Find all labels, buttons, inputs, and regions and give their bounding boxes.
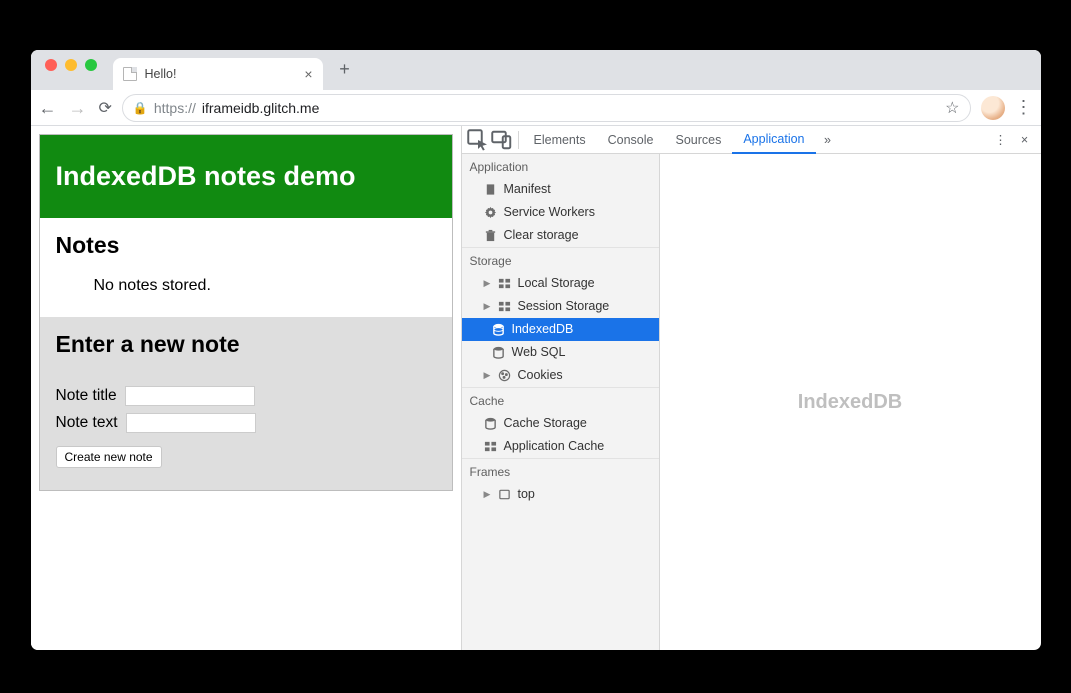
- forward-button[interactable]: →: [69, 99, 87, 117]
- caret-icon: ▶: [484, 275, 492, 292]
- group-application: Application: [462, 154, 659, 178]
- devtools-menu-button[interactable]: ⋮: [989, 128, 1013, 152]
- bookmark-button[interactable]: ☆: [945, 98, 959, 118]
- browser-menu-button[interactable]: ⋮: [1015, 97, 1033, 118]
- devtools-tabstrip: Elements Console Sources Application » ⋮…: [462, 126, 1041, 154]
- divider: [518, 131, 519, 149]
- new-tab-button[interactable]: +: [331, 55, 359, 83]
- window-controls: [39, 59, 107, 81]
- storage-grid-icon: [484, 440, 498, 454]
- close-tab-button[interactable]: ×: [304, 66, 312, 82]
- sidebar-item-service-workers[interactable]: Service Workers: [462, 201, 659, 224]
- note-text-input[interactable]: [126, 413, 256, 433]
- label: Application Cache: [504, 438, 605, 455]
- devtools-panel: IndexedDB: [660, 154, 1041, 650]
- sidebar-item-cookies[interactable]: ▶ Cookies: [462, 364, 659, 387]
- caret-icon: ▶: [484, 486, 492, 503]
- sidebar-item-application-cache[interactable]: Application Cache: [462, 435, 659, 458]
- frame-icon: [498, 488, 512, 502]
- tab-sources[interactable]: Sources: [664, 126, 732, 154]
- database-icon: [484, 417, 498, 431]
- label: Cookies: [518, 367, 563, 384]
- label: Session Storage: [518, 298, 610, 315]
- cookie-icon: [498, 369, 512, 383]
- note-title-label: Note title: [56, 387, 117, 405]
- page-viewport: IndexedDB notes demo Notes No notes stor…: [31, 126, 461, 650]
- database-icon: [492, 346, 506, 360]
- label: Service Workers: [504, 204, 595, 221]
- browser-tab[interactable]: Hello! ×: [113, 58, 323, 90]
- sidebar-item-clear-storage[interactable]: Clear storage: [462, 224, 659, 247]
- url-host: iframeidb.glitch.me: [202, 100, 320, 116]
- note-title-input[interactable]: [125, 386, 255, 406]
- tab-elements[interactable]: Elements: [523, 126, 597, 154]
- url-scheme: https://: [154, 100, 196, 116]
- tab-title: Hello!: [145, 67, 297, 81]
- tab-console[interactable]: Console: [597, 126, 665, 154]
- storage-grid-icon: [498, 277, 512, 291]
- sidebar-item-manifest[interactable]: Manifest: [462, 178, 659, 201]
- demo-app: IndexedDB notes demo Notes No notes stor…: [39, 134, 453, 491]
- sidebar-item-top-frame[interactable]: ▶ top: [462, 483, 659, 506]
- content-area: IndexedDB notes demo Notes No notes stor…: [31, 126, 1041, 650]
- devtools-body: Application Manifest Service Workers Cle…: [462, 154, 1041, 650]
- sidebar-item-web-sql[interactable]: Web SQL: [462, 341, 659, 364]
- group-storage: Storage: [462, 247, 659, 272]
- label: Clear storage: [504, 227, 579, 244]
- profile-avatar[interactable]: [981, 96, 1005, 120]
- devtools-close-button[interactable]: ×: [1013, 128, 1037, 152]
- notes-heading: Notes: [56, 232, 436, 259]
- gear-icon: [484, 206, 498, 220]
- note-title-row: Note title: [56, 386, 436, 406]
- panel-placeholder: IndexedDB: [798, 391, 902, 414]
- more-tabs-button[interactable]: »: [816, 128, 840, 152]
- tab-strip: Hello! × +: [31, 50, 1041, 90]
- file-icon: [123, 67, 137, 81]
- sidebar-item-cache-storage[interactable]: Cache Storage: [462, 412, 659, 435]
- document-icon: [484, 183, 498, 197]
- trash-icon: [484, 229, 498, 243]
- lock-icon: 🔒: [133, 101, 148, 115]
- storage-grid-icon: [498, 300, 512, 314]
- notes-section: Notes No notes stored.: [40, 218, 452, 317]
- address-bar[interactable]: 🔒 https:// iframeidb.glitch.me ☆: [122, 94, 971, 122]
- database-icon: [492, 323, 506, 337]
- form-section: Enter a new note Note title Note text Cr…: [40, 317, 452, 490]
- label: Cache Storage: [504, 415, 587, 432]
- tab-application[interactable]: Application: [732, 126, 815, 154]
- back-button[interactable]: ←: [39, 99, 57, 117]
- note-text-label: Note text: [56, 414, 118, 432]
- create-note-button[interactable]: Create new note: [56, 446, 162, 468]
- form-heading: Enter a new note: [56, 331, 436, 358]
- sidebar-item-indexeddb[interactable]: IndexedDB: [462, 318, 659, 341]
- empty-message: No notes stored.: [56, 277, 436, 295]
- label: Web SQL: [512, 344, 566, 361]
- minimize-window-button[interactable]: [65, 59, 77, 71]
- sidebar-item-local-storage[interactable]: ▶ Local Storage: [462, 272, 659, 295]
- caret-icon: ▶: [484, 298, 492, 315]
- group-frames: Frames: [462, 458, 659, 483]
- inspect-icon[interactable]: [466, 128, 490, 152]
- label: Manifest: [504, 181, 551, 198]
- nav-buttons: ← → ⟳: [39, 98, 112, 118]
- label: IndexedDB: [512, 321, 574, 338]
- device-toggle-icon[interactable]: [490, 128, 514, 152]
- label: top: [518, 486, 535, 503]
- note-text-row: Note text: [56, 413, 436, 433]
- reload-button[interactable]: ⟳: [99, 98, 112, 118]
- close-window-button[interactable]: [45, 59, 57, 71]
- browser-toolbar: ← → ⟳ 🔒 https:// iframeidb.glitch.me ☆ ⋮: [31, 90, 1041, 126]
- sidebar-item-session-storage[interactable]: ▶ Session Storage: [462, 295, 659, 318]
- maximize-window-button[interactable]: [85, 59, 97, 71]
- application-sidebar: Application Manifest Service Workers Cle…: [462, 154, 660, 650]
- browser-window: Hello! × + ← → ⟳ 🔒 https:// iframeidb.gli…: [31, 50, 1041, 650]
- group-cache: Cache: [462, 387, 659, 412]
- label: Local Storage: [518, 275, 595, 292]
- demo-title: IndexedDB notes demo: [56, 161, 356, 191]
- demo-header: IndexedDB notes demo: [40, 135, 452, 218]
- devtools: Elements Console Sources Application » ⋮…: [461, 126, 1041, 650]
- caret-icon: ▶: [484, 367, 492, 384]
